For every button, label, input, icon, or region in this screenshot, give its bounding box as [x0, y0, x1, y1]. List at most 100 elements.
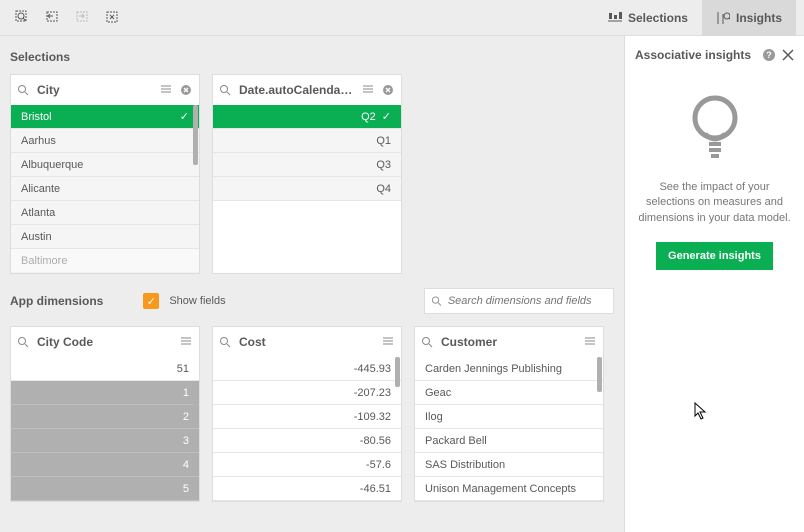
card-citycode-header: City Code — [11, 327, 199, 357]
left-pane: Selections City Bristol✓ Aarhus Albuquer… — [0, 36, 624, 532]
insights-body: See the impact of your selections on mea… — [635, 180, 794, 226]
scrollbar[interactable] — [597, 357, 602, 392]
card-citycode-title: City Code — [37, 335, 173, 349]
list-icon[interactable] — [179, 335, 193, 349]
list-item[interactable]: Q2✓ — [213, 105, 401, 129]
scrollbar[interactable] — [193, 381, 198, 421]
list-item[interactable]: -57.6 — [213, 453, 401, 477]
top-toolbar: Selections Insights — [0, 0, 804, 36]
step-back-button[interactable] — [38, 4, 68, 32]
list-icon[interactable] — [583, 335, 597, 349]
tab-selections[interactable]: Selections — [594, 0, 702, 36]
list-item[interactable]: 3 — [11, 429, 199, 453]
svg-text:?: ? — [766, 50, 772, 60]
selections-icon — [608, 11, 622, 25]
clear-all-icon — [105, 10, 121, 26]
card-date: Date.autoCalendar.... Q2✓ Q1 Q3 Q4 — [212, 74, 402, 274]
list-item[interactable]: 5 — [11, 477, 199, 501]
card-cost-title: Cost — [239, 335, 375, 349]
clear-icon[interactable] — [381, 83, 395, 97]
card-city: City Bristol✓ Aarhus Albuquerque Alicant… — [10, 74, 200, 274]
tab-insights[interactable]: Insights — [702, 0, 796, 36]
list-item[interactable]: -207.23 — [213, 381, 401, 405]
dimensions-search-input[interactable] — [448, 295, 607, 307]
scrollbar[interactable] — [193, 105, 198, 165]
tab-selections-label: Selections — [628, 11, 688, 25]
lightbulb-icon — [687, 92, 743, 162]
search-icon[interactable] — [421, 336, 435, 348]
list-icon[interactable] — [361, 83, 375, 97]
list-item[interactable]: Q4 — [213, 177, 401, 201]
selections-row: City Bristol✓ Aarhus Albuquerque Alicant… — [10, 74, 614, 274]
app-dimensions-row: App dimensions ✓ Show fields — [10, 288, 614, 314]
search-icon[interactable] — [219, 336, 233, 348]
smart-search-icon — [15, 10, 31, 26]
card-citycode: City Code 51 1 2 3 4 5 — [10, 326, 200, 502]
insights-title: Associative insights — [635, 48, 756, 62]
show-fields-checkbox[interactable]: ✓ — [143, 293, 159, 309]
clear-all-button[interactable] — [98, 4, 128, 32]
show-fields-label: Show fields — [169, 295, 225, 307]
list-icon[interactable] — [159, 83, 173, 97]
card-customer-header: Customer — [415, 327, 603, 357]
list-item[interactable]: 4 — [11, 453, 199, 477]
search-icon[interactable] — [17, 336, 31, 348]
check-icon: ✓ — [180, 105, 189, 129]
list-item[interactable]: -445.93 — [213, 357, 401, 381]
list-item[interactable]: Packard Bell — [415, 429, 603, 453]
insights-header: Associative insights ? — [635, 48, 794, 62]
scrollbar[interactable] — [395, 357, 400, 387]
card-customer-body: Carden Jennings Publishing Geac Ilog Pac… — [415, 357, 603, 501]
search-icon[interactable] — [219, 84, 233, 96]
list-item[interactable]: 2 — [11, 405, 199, 429]
card-date-header: Date.autoCalendar.... — [213, 75, 401, 105]
selections-title: Selections — [10, 50, 614, 64]
card-date-body: Q2✓ Q1 Q3 Q4 — [213, 105, 401, 201]
card-city-header: City — [11, 75, 199, 105]
list-item[interactable]: Ilog — [415, 405, 603, 429]
list-item[interactable]: Q1 — [213, 129, 401, 153]
list-item[interactable]: Geac — [415, 381, 603, 405]
list-item[interactable]: Atlanta — [11, 201, 199, 225]
search-icon — [431, 295, 442, 307]
list-item[interactable]: -80.56 — [213, 429, 401, 453]
smart-search-button[interactable] — [8, 4, 38, 32]
list-item[interactable]: Alicante — [11, 177, 199, 201]
clear-icon[interactable] — [179, 83, 193, 97]
list-item[interactable]: Aarhus — [11, 129, 199, 153]
card-city-body: Bristol✓ Aarhus Albuquerque Alicante Atl… — [11, 105, 199, 273]
list-item[interactable]: Austin — [11, 225, 199, 249]
generate-insights-button[interactable]: Generate insights — [656, 242, 773, 270]
insights-pane: Associative insights ? See the impact of… — [624, 36, 804, 532]
toolbar-left-group — [8, 4, 128, 32]
list-item[interactable]: -46.51 — [213, 477, 401, 501]
list-item[interactable]: Albuquerque — [11, 153, 199, 177]
check-icon: ✓ — [382, 105, 391, 129]
card-citycode-body: 51 1 2 3 4 5 — [11, 357, 199, 501]
card-cost-header: Cost — [213, 327, 401, 357]
main-area: Selections City Bristol✓ Aarhus Albuquer… — [0, 36, 804, 532]
step-forward-button[interactable] — [68, 4, 98, 32]
step-forward-icon — [75, 10, 91, 26]
list-item[interactable]: SAS Distribution — [415, 453, 603, 477]
search-icon[interactable] — [17, 84, 31, 96]
app-dimensions-title: App dimensions — [10, 294, 103, 308]
card-customer-title: Customer — [441, 335, 577, 349]
list-item[interactable]: Bristol✓ — [11, 105, 199, 129]
list-item[interactable]: 51 — [11, 357, 199, 381]
step-back-icon — [45, 10, 61, 26]
card-city-title: City — [37, 83, 153, 97]
list-item[interactable]: Baltimore — [11, 249, 199, 273]
list-item[interactable]: Q3 — [213, 153, 401, 177]
help-icon[interactable]: ? — [762, 48, 776, 62]
list-item[interactable]: Carden Jennings Publishing — [415, 357, 603, 381]
tab-insights-label: Insights — [736, 11, 782, 25]
close-icon[interactable] — [782, 49, 794, 61]
list-item[interactable]: Unison Management Concepts — [415, 477, 603, 501]
dimensions-search[interactable] — [424, 288, 614, 314]
list-item[interactable]: -109.32 — [213, 405, 401, 429]
card-date-title: Date.autoCalendar.... — [239, 83, 355, 97]
list-item[interactable]: 1 — [11, 381, 199, 405]
list-icon[interactable] — [381, 335, 395, 349]
insights-icon — [716, 11, 730, 25]
